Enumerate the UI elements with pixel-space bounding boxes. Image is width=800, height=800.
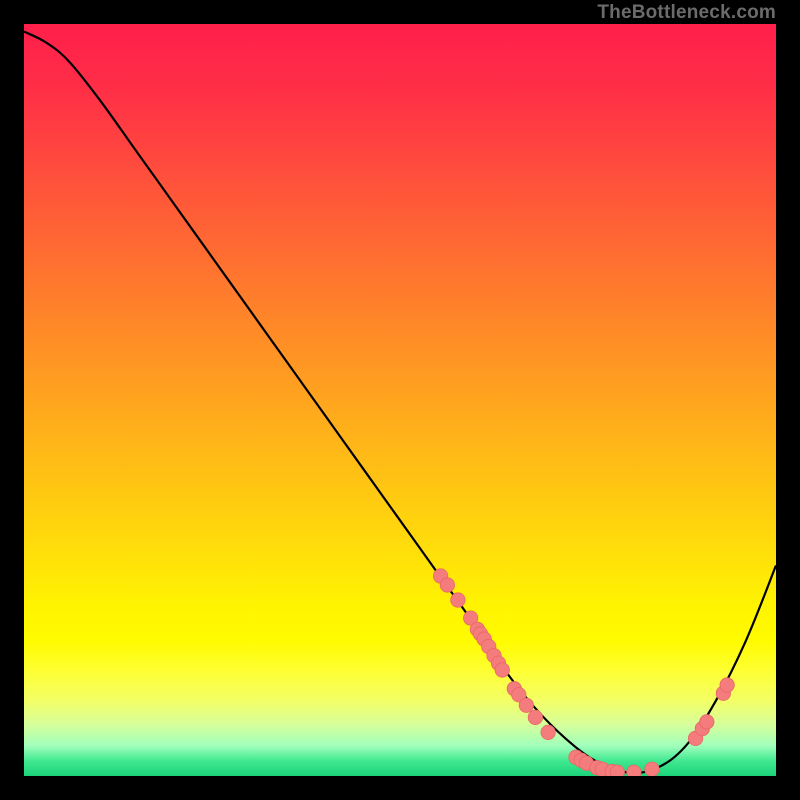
bottleneck-curve [24,32,776,773]
data-point [451,593,465,607]
plot-area [24,24,776,776]
data-point [528,710,542,724]
data-point [440,578,454,592]
data-point [720,678,734,692]
chart-container: TheBottleneck.com [0,0,800,800]
data-point [541,725,555,739]
data-point [519,698,533,712]
watermark: TheBottleneck.com [597,2,776,24]
chart-svg [24,24,776,776]
data-point [627,765,641,776]
data-point [700,715,714,729]
data-point [495,663,509,677]
scatter-points [433,569,734,776]
data-point [610,765,624,776]
data-point [645,762,659,776]
